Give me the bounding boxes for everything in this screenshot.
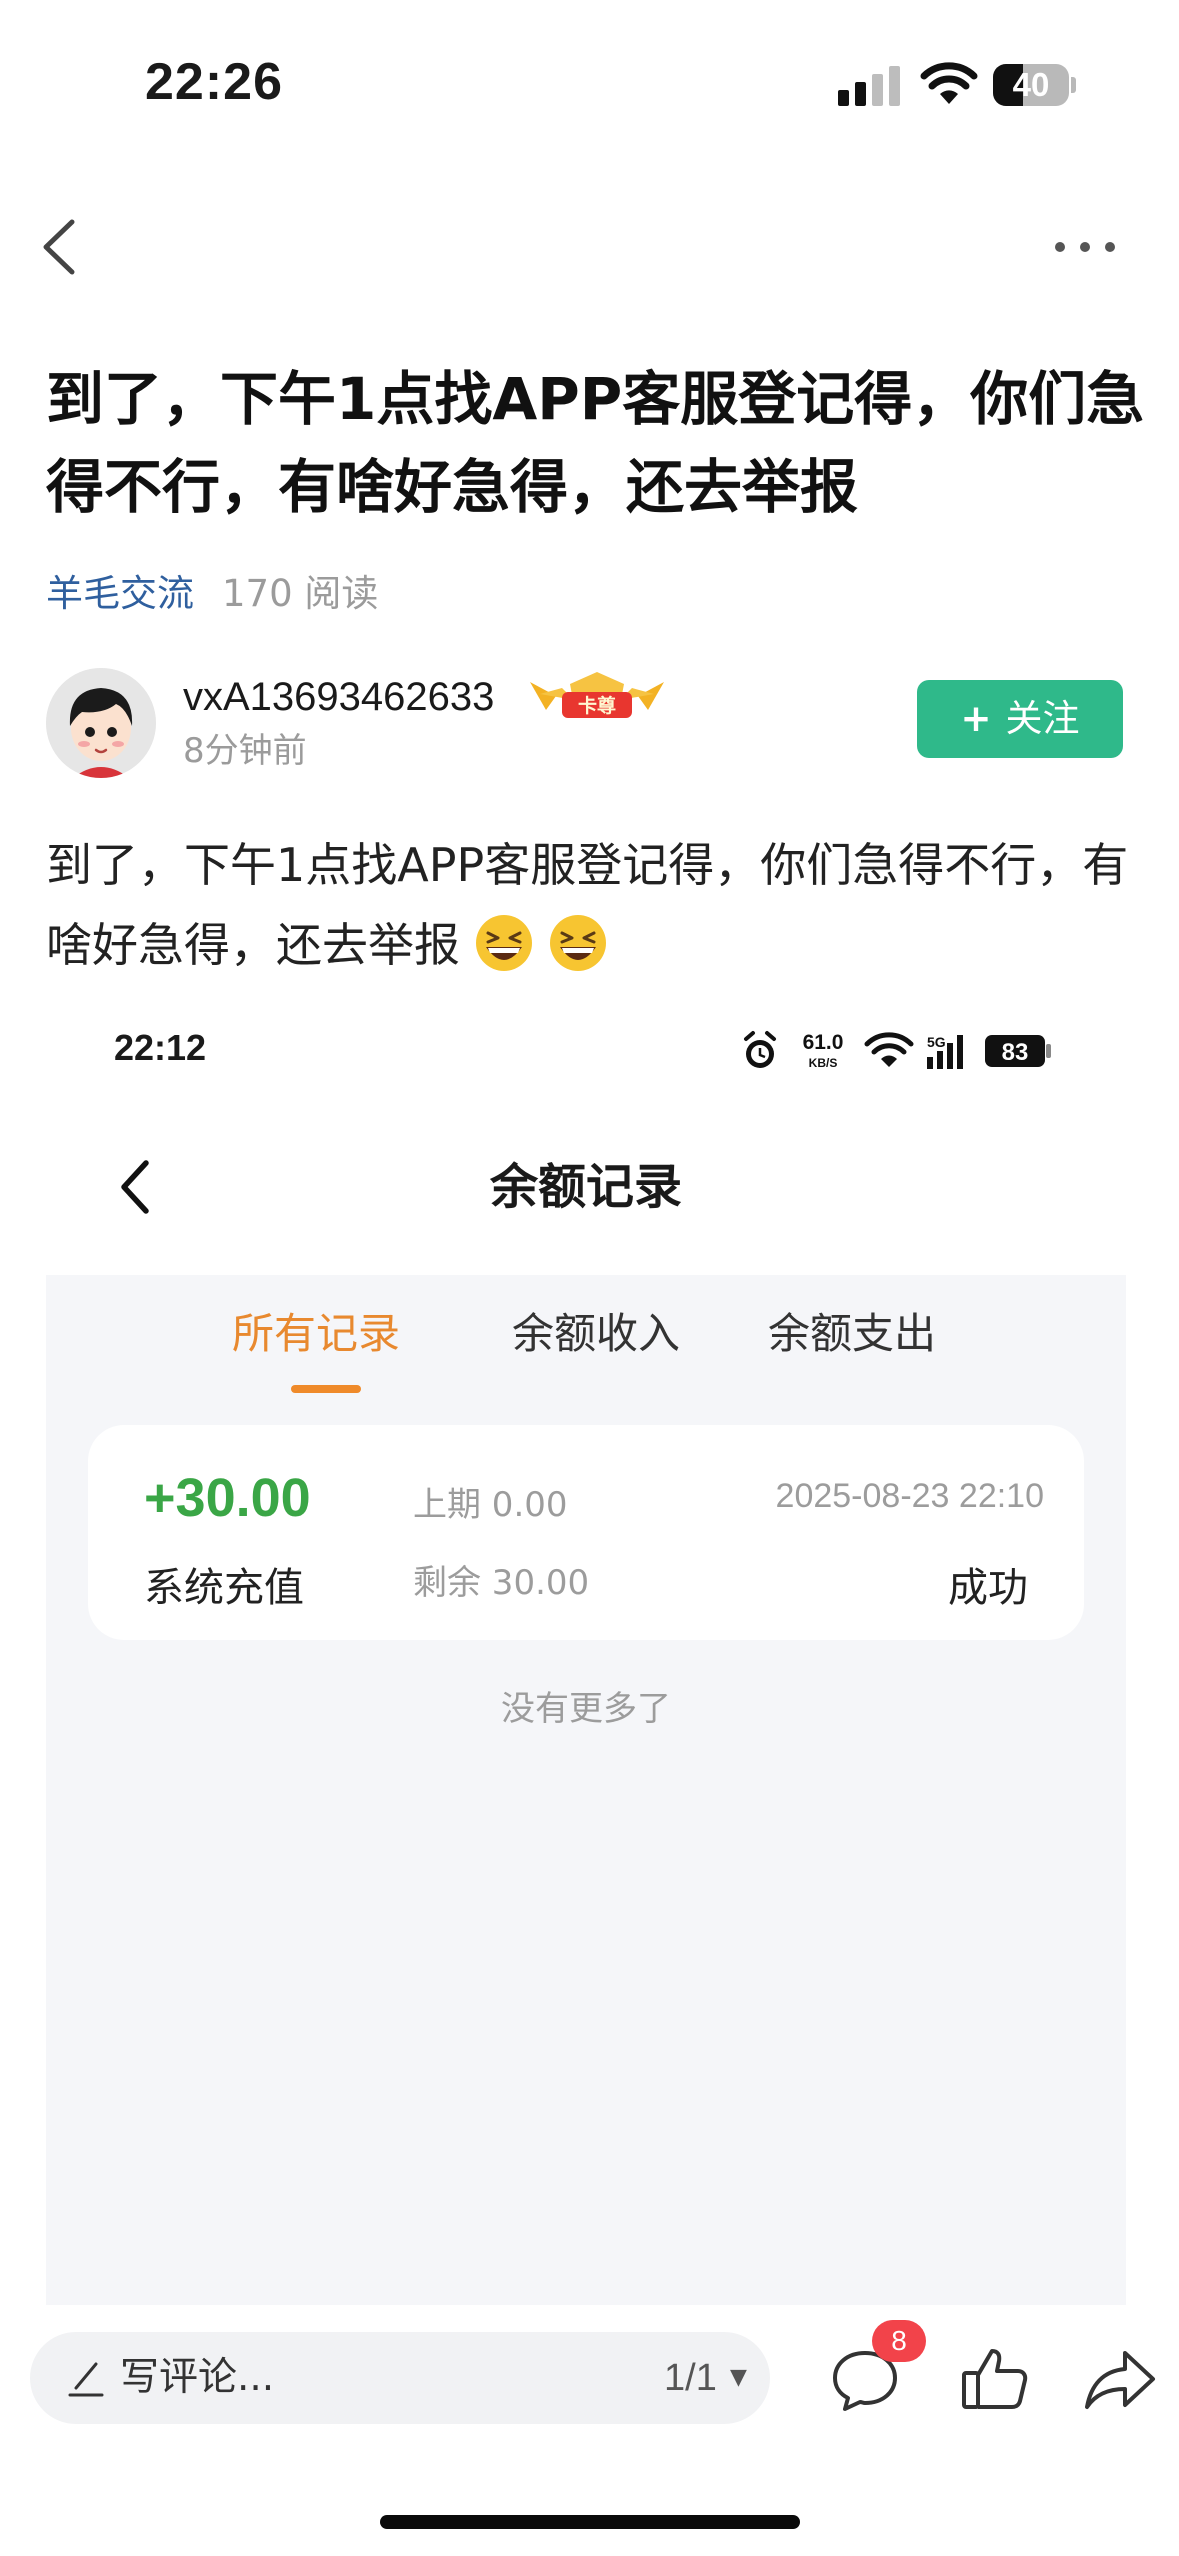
post-title: 到了，下午1点找APP客服登记得，你们急得不行，有啥好急得，还去举报 xyxy=(46,365,1145,521)
post-body: 到了，下午1点找APP客服登记得，你们急得不行，有啥好急得，还去举报 xyxy=(46,825,1146,985)
grinning-squinting-emoji-icon xyxy=(550,915,606,971)
back-icon[interactable] xyxy=(30,212,90,282)
plus-icon: + xyxy=(960,697,992,740)
record-type: 系统充值 xyxy=(144,1565,304,1611)
active-tab-indicator xyxy=(291,1385,361,1393)
embedded-wifi-icon xyxy=(864,1032,914,1067)
thumbs-up-icon[interactable] xyxy=(958,2343,1030,2415)
category-link[interactable]: 羊毛交流 xyxy=(46,572,194,615)
home-indicator xyxy=(380,2515,800,2529)
record-remaining: 剩余 30.00 xyxy=(413,1563,590,1603)
no-more-text: 没有更多了 xyxy=(501,1689,671,1729)
record-previous: 上期 0.00 xyxy=(413,1485,568,1525)
balance-records-panel: 所有记录 余额收入 余额支出 +30.00 系统充值 上期 0.00 剩余 30… xyxy=(46,1275,1126,2305)
read-count: 170 阅读 xyxy=(222,572,379,615)
tab-balance-expense: 余额支出 xyxy=(768,1309,937,1358)
alarm-icon xyxy=(744,1031,776,1068)
follow-button[interactable]: + 关注 xyxy=(917,680,1123,758)
record-amount: +30.00 xyxy=(144,1468,311,1528)
embedded-status-icons: 61.0 KB/S 5G 83 xyxy=(744,1031,1051,1070)
comment-placeholder: 写评论... xyxy=(120,2355,275,2400)
embedded-page-title: 余额记录 xyxy=(489,1159,682,1215)
post-image[interactable]: 22:12 61.0 KB/S 5G 83 余额记录 所有记录 余额收入 余额支… xyxy=(46,1005,1126,2305)
battery-icon: 40 xyxy=(993,64,1076,106)
pen-icon xyxy=(68,2362,104,2397)
battery-percent: 40 xyxy=(1012,66,1050,103)
wifi-icon xyxy=(920,62,978,104)
record-status: 成功 xyxy=(948,1565,1028,1611)
cellular-signal-icon xyxy=(838,66,900,106)
post-time: 8分钟前 xyxy=(183,731,307,771)
network-type: 5G xyxy=(927,1034,946,1050)
vip-badge-icon: 卡尊 xyxy=(530,672,664,718)
page-indicator[interactable]: 1/1 xyxy=(664,2332,717,2424)
more-options-icon[interactable] xyxy=(1050,222,1120,272)
vip-badge-text: 卡尊 xyxy=(578,694,616,717)
comment-count-badge: 8 xyxy=(872,2320,926,2362)
embedded-battery-percent: 83 xyxy=(1002,1039,1029,1066)
grinning-squinting-emoji-icon xyxy=(476,915,532,971)
follow-label: 关注 xyxy=(1005,697,1080,740)
caret-down-icon: ▼ xyxy=(730,2365,747,2390)
author-name[interactable]: vxA13693462633 xyxy=(183,670,494,724)
record-date: 2025-08-23 22:10 xyxy=(775,1477,1044,1515)
comment-input[interactable]: 写评论... 1/1 ▼ xyxy=(30,2332,770,2424)
net-speed-value: 61.0 xyxy=(803,1031,844,1054)
tab-all-records: 所有记录 xyxy=(232,1309,401,1358)
status-time: 22:26 xyxy=(145,53,283,111)
avatar[interactable] xyxy=(46,668,156,778)
net-speed-unit: KB/S xyxy=(809,1056,838,1070)
embedded-status-time: 22:12 xyxy=(114,1027,207,1068)
embedded-battery-icon: 83 xyxy=(985,1035,1051,1067)
post-meta: 羊毛交流 170 阅读 xyxy=(46,567,378,621)
tab-balance-income: 余额收入 xyxy=(512,1309,681,1358)
share-icon[interactable] xyxy=(1083,2345,1157,2415)
record-card: +30.00 系统充值 上期 0.00 剩余 30.00 2025-08-23 … xyxy=(88,1425,1084,1640)
